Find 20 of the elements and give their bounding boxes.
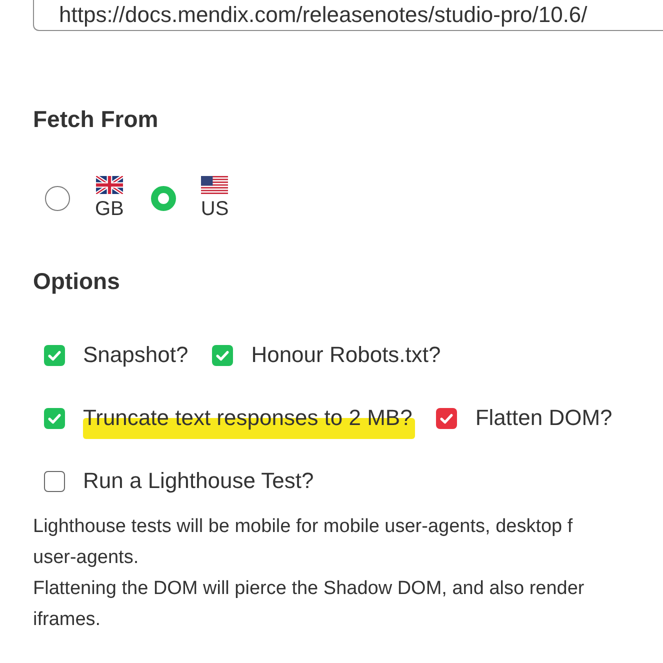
help-text: Flattening the DOM will pierce the Shadow DOM, and also render iframes. — [33, 577, 584, 632]
checkbox-label[interactable]: Flatten DOM? — [475, 404, 612, 430]
checkbox[interactable] — [44, 344, 65, 366]
url-input-field[interactable]: https://docs.mendix.com/releasenotes/studio-pro/10.6/ — [33, 0, 663, 31]
section-heading: Options — [33, 267, 120, 295]
section-heading: Fetch From — [33, 105, 158, 133]
checkbox[interactable] — [436, 408, 458, 428]
checkbox[interactable] — [44, 470, 65, 492]
radio-label[interactable]: US — [200, 198, 229, 220]
checkbox-label[interactable]: Run a Lighthouse Test? — [83, 468, 314, 492]
radio-button[interactable] — [150, 186, 176, 210]
checkbox-label[interactable]: Snapshot? — [83, 342, 188, 366]
help-text: Lighthouse tests will be mobile for mobile user-agents, desktop f user-agents. — [33, 515, 573, 570]
checkbox[interactable] — [212, 344, 234, 366]
us-flag-icon — [201, 176, 228, 194]
radio-button[interactable] — [45, 186, 70, 210]
radio-label[interactable]: GB — [95, 198, 124, 220]
uk-flag-icon — [96, 176, 123, 194]
checkbox-label[interactable]: Honour Robots.txt? — [251, 342, 441, 366]
checkbox[interactable] — [44, 408, 65, 428]
